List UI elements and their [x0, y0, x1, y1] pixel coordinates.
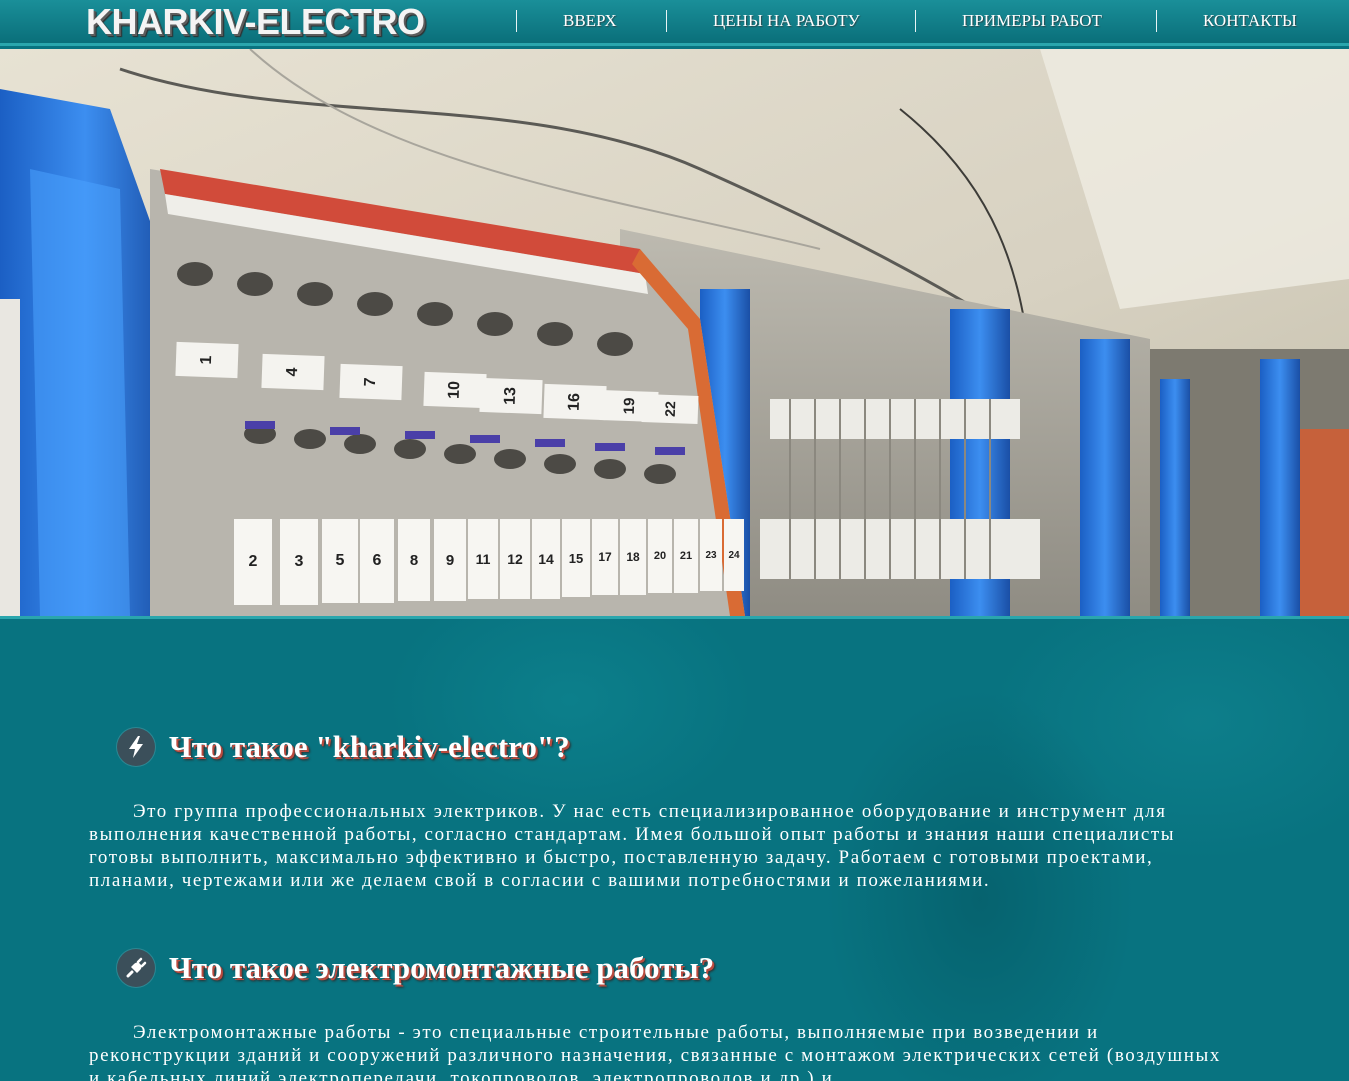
plug-icon	[117, 949, 155, 987]
terminal-marker: 15	[562, 519, 590, 597]
section-heading: Что такое "kharkiv-electro"?	[117, 727, 570, 767]
nav-separator	[1156, 10, 1157, 32]
terminal-marker: 14	[532, 519, 560, 599]
terminal-marker: 11	[468, 519, 498, 599]
terminal-marker: 23	[700, 519, 722, 591]
nav-item-examples[interactable]: ПРИМЕРЫ РАБОТ	[962, 11, 1102, 31]
terminal-marker: 18	[620, 519, 646, 595]
nav-separator	[516, 10, 517, 32]
terminal-marker: 8	[398, 519, 430, 601]
section-title: Что такое "kharkiv-electro"?	[169, 729, 570, 764]
terminal-marker: 3	[280, 519, 318, 605]
terminal-marker: 24	[724, 519, 744, 591]
site-logo[interactable]: KHARKIV-ELECTRO	[86, 1, 425, 43]
lightning-icon	[117, 728, 155, 766]
section-heading: Что такое электромонтажные работы?	[117, 948, 714, 988]
terminal-marker: 6	[360, 519, 394, 603]
terminal-marker: 5	[322, 519, 358, 603]
section-title: Что такое электромонтажные работы?	[169, 950, 715, 985]
hero-image-terminal-blocks: 1 4 7 10 13 16 19 22 2 3 5 6 8 9 11 12 1…	[0, 49, 1349, 616]
nav-item-top[interactable]: ВВЕРХ	[563, 11, 617, 31]
top-navbar: KHARKIV-ELECTRO ВВЕРХ ЦЕНЫ НА РАБОТУ ПРИ…	[0, 0, 1349, 46]
section-paragraph: Это группа профессиональных электриков. …	[89, 801, 1176, 891]
terminal-marker: 20	[648, 519, 672, 593]
hero-border	[0, 616, 1349, 619]
nav-item-contacts[interactable]: КОНТАКТЫ	[1203, 11, 1297, 31]
terminal-marker: 9	[434, 519, 466, 601]
nav-separator	[666, 10, 667, 32]
terminal-marker: 21	[674, 519, 698, 593]
terminal-marker: 2	[234, 519, 272, 605]
nav-separator	[915, 10, 916, 32]
hero-bottom-markers: 2 3 5 6 8 9 11 12 14 15 17 18 20 21 23 2…	[0, 49, 1349, 616]
section-paragraph: Электромонтажные работы - это специальны…	[89, 1022, 1221, 1081]
terminal-marker: 17	[592, 519, 618, 595]
nav-item-prices[interactable]: ЦЕНЫ НА РАБОТУ	[713, 11, 860, 31]
terminal-marker: 12	[500, 519, 530, 599]
